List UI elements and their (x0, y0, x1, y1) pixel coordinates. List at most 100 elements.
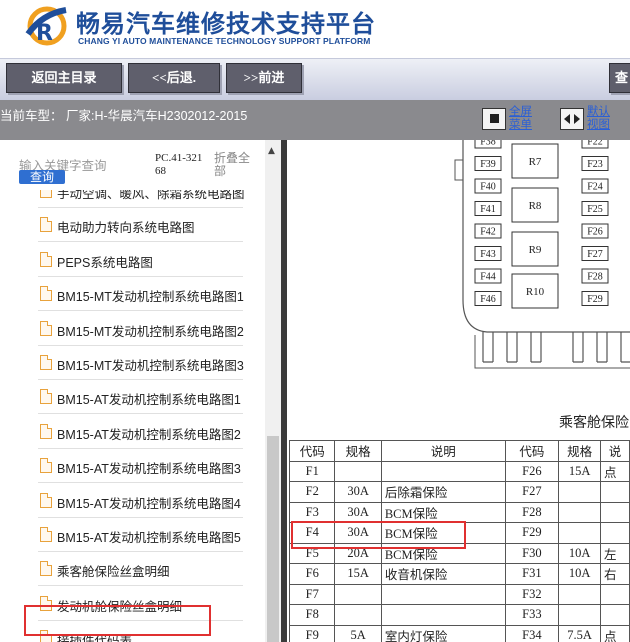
table-cell (600, 583, 630, 605)
table-cell: 7.5A (558, 624, 602, 642)
tree-item-label: 手动空调、暖风、除霜系统电路图 (57, 190, 245, 201)
left-scrollbar[interactable]: ▲ (265, 140, 281, 642)
table-cell: F34 (504, 624, 560, 642)
table-cell: 收音机保险 (380, 563, 506, 585)
table-cell (558, 481, 602, 503)
table-cell: 15A (334, 563, 382, 585)
search-button[interactable]: 查询 (19, 170, 65, 184)
fuse-slot-label: F28 (587, 272, 603, 283)
table-cell: 左 (600, 542, 630, 564)
svg-text:R: R (36, 21, 53, 46)
fuse-slot-label: F40 (480, 182, 496, 193)
document-icon (40, 251, 52, 267)
logo-icon: R (25, 6, 67, 46)
fuse-slot-label: F24 (587, 182, 603, 193)
model-bar: 当前车型： 厂家:H-华晨汽车H2302012-2015 全屏 菜单 默认 视图 (0, 100, 630, 140)
relay-slot-label: R9 (529, 244, 542, 256)
table-cell (334, 460, 382, 482)
table-cell (334, 583, 382, 605)
table-cell: 15A (558, 460, 602, 482)
fuse-left-column: F38 F39 F40 F41 F42 F43 F44 F46 (474, 140, 502, 306)
table-cell: F26 (504, 460, 560, 482)
fuse-slot-label: F44 (480, 272, 496, 283)
fuse-table-caption: 乘客舱保险 (559, 416, 629, 431)
tree-item[interactable]: BM15-AT发动机控制系统电路图1 (38, 380, 243, 415)
fuse-slot-label: F29 (587, 294, 603, 305)
document-icon (40, 320, 52, 336)
document-icon (40, 527, 52, 542)
forward-button[interactable]: >>前进 (226, 63, 302, 93)
diagram-panel: F38 F39 F40 F41 F42 F43 F44 F46 R7 R8 R9 R10 F22 F2… (287, 140, 630, 642)
fuse-slot-label: F38 (480, 140, 496, 148)
fuse-slot-label: F43 (480, 249, 496, 260)
scroll-up-icon[interactable]: ▲ (268, 146, 275, 156)
tree-item[interactable]: BM15-MT发动机控制系统电路图1 (38, 277, 244, 312)
tree-item-label: BM15-AT发动机控制系统电路图4 (57, 496, 241, 511)
table-cell: 30A (334, 481, 382, 503)
table-header-row: 代码 规格 说明 代码 规格 说 (288, 440, 630, 462)
tree-item[interactable]: BM15-AT发动机控制系统电路图4 (38, 484, 243, 518)
table-cell (600, 604, 630, 626)
table-cell (558, 583, 602, 605)
tree-item[interactable]: BM15-AT发动机控制系统电路图3 (38, 449, 243, 484)
table-cell: F33 (504, 604, 560, 626)
document-icon (40, 190, 52, 198)
table-row: F9 5A 室内灯保险 F34 7.5A 点 (288, 624, 630, 642)
default-view-link[interactable]: 默认 视图 (587, 106, 610, 132)
tree-item[interactable]: BM15-AT发动机控制系统电路图2 (38, 415, 243, 449)
table-cell: F28 (504, 501, 560, 523)
tree-item-label: BM15-MT发动机控制系统电路图1 (57, 290, 244, 305)
table-row: F7 F32 (288, 583, 630, 605)
document-icon (40, 355, 52, 370)
default-view-icon[interactable] (560, 108, 584, 130)
tree-item-label: BM15-MT发动机控制系统电路图2 (57, 324, 244, 339)
selected-item-highlight (24, 605, 211, 636)
table-row: F6 15A 收音机保险 F31 10A 右 (288, 563, 630, 585)
home-button[interactable]: 返回主目录 (6, 63, 122, 93)
back-button[interactable]: <<后退. (128, 63, 220, 93)
document-icon (40, 286, 52, 302)
fuse-slot-label: F26 (587, 227, 603, 238)
tree-item-label: BM15-AT发动机控制系统电路图3 (57, 462, 241, 477)
check-button[interactable]: 查 (609, 63, 630, 93)
table-cell: F31 (504, 563, 560, 585)
tree-item[interactable]: 手动空调、暖风、除霜系统电路图 (38, 190, 245, 208)
connector-pin (572, 332, 584, 363)
left-panel: 输入关键字查询 查询 PC.41-32168 折叠全部 手动空调、暖风、除霜系统… (0, 140, 283, 642)
table-cell: F6 (288, 563, 336, 585)
fuse-slot-label: F25 (587, 204, 603, 215)
column-header: 代码 (504, 440, 560, 462)
fullscreen-menu-link[interactable]: 全屏 菜单 (509, 106, 532, 132)
connector-pin (620, 332, 630, 363)
scrollbar-thumb[interactable] (267, 436, 279, 642)
tree-item[interactable]: 乘客舱保险丝盒明细 (38, 552, 243, 587)
table-cell (600, 481, 630, 503)
fullscreen-menu-icon[interactable] (482, 108, 506, 130)
fuse-slot-label: F42 (480, 227, 496, 238)
fuse-right-column: F22 F23 F24 F25 F26 F27 F28 F29 (581, 140, 609, 306)
table-cell: F27 (504, 481, 560, 503)
pc-code-text: PC.41-32168 (155, 152, 203, 177)
fold-all-link[interactable]: 折叠全部 (214, 152, 254, 178)
relay-slot-label: R10 (526, 286, 545, 298)
document-icon (40, 389, 52, 405)
tree-item-label: BM15-AT发动机控制系统电路图5 (57, 531, 241, 545)
fuse-slot-label: F41 (480, 204, 496, 215)
table-cell: 后除霜保险 (380, 481, 506, 503)
tree-item[interactable]: PEPS系统电路图 (38, 243, 243, 277)
tree-item[interactable]: BM15-MT发动机控制系统电路图2 (38, 312, 244, 346)
fuse-slot-label: F27 (587, 249, 603, 260)
connector-pin (506, 332, 518, 363)
column-header: 规格 (334, 440, 382, 462)
table-cell (380, 460, 506, 482)
table-cell: F1 (288, 460, 336, 482)
tree-item[interactable]: BM15-AT发动机控制系统电路图5 (38, 518, 243, 552)
fullscreen-menu-label: 全屏 菜单 (509, 106, 532, 131)
tree-item-label: 乘客舱保险丝盒明细 (57, 565, 170, 580)
tree-item[interactable]: BM15-MT发动机控制系统电路图3 (38, 346, 244, 380)
fuse-slot-label: F46 (480, 294, 496, 305)
current-model-text: 当前车型： 厂家:H-华晨汽车H2302012-2015 (0, 109, 248, 123)
connector-pin (482, 332, 494, 363)
tree-item[interactable]: 电动助力转向系统电路图 (38, 208, 243, 243)
relay-slot-label: R7 (529, 156, 542, 168)
